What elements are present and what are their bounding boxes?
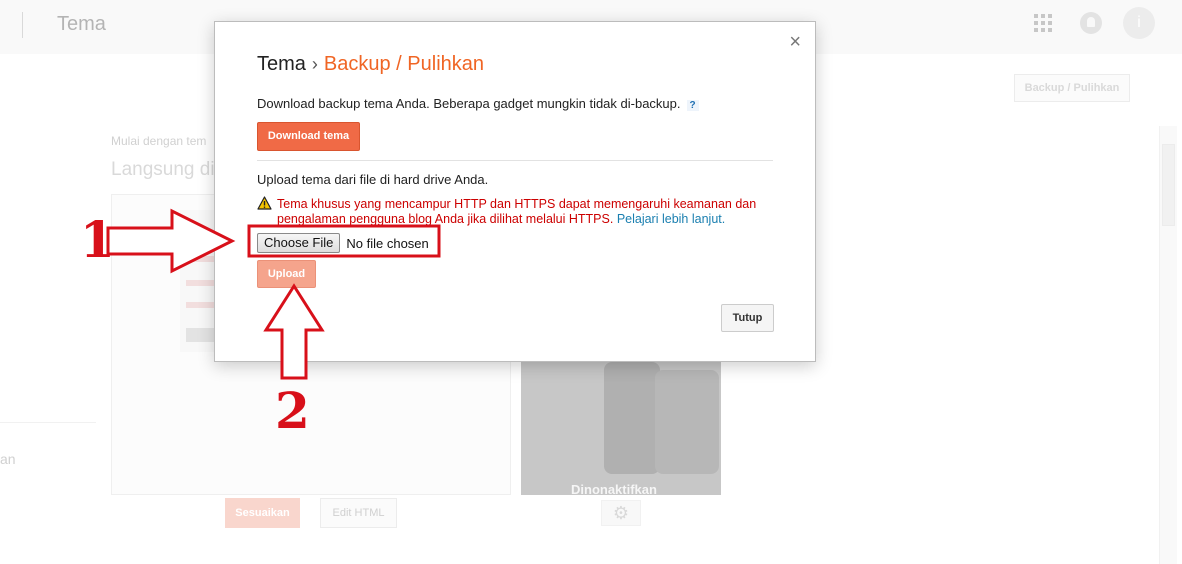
close-dialog-button[interactable]: Tutup [721,304,774,332]
download-description: Download backup tema Anda. Beberapa gadg… [257,96,699,111]
breadcrumb-root[interactable]: Tema [257,53,306,75]
download-description-text: Download backup tema Anda. Beberapa gadg… [257,96,681,111]
dialog-title: Tema › Backup / Pulihkan [257,53,484,76]
close-icon[interactable]: × [789,32,801,52]
help-icon[interactable]: ? [686,100,699,111]
download-theme-button[interactable]: Download tema [257,122,360,151]
upload-description: Upload tema dari file di hard drive Anda… [257,172,489,187]
backup-restore-dialog: × Tema › Backup / Pulihkan Download backup… [214,21,816,362]
https-warning: Tema khusus yang mencampur HTTP dan HTTP… [277,197,777,227]
breadcrumb-separator: › [311,54,318,74]
choose-file-button[interactable]: Choose File [257,233,341,253]
learn-more-link[interactable]: Pelajari lebih lanjut. [617,212,725,226]
file-input[interactable]: Choose File No file chosen [257,232,429,254]
warning-icon [257,196,272,210]
step-2-label: 2 [275,381,310,440]
breadcrumb-current: Backup / Pulihkan [323,53,485,75]
step-1-label: 1 [80,210,115,269]
section-divider [257,160,773,161]
file-status-text: No file chosen [346,235,429,251]
upload-button[interactable]: Upload [257,260,316,288]
